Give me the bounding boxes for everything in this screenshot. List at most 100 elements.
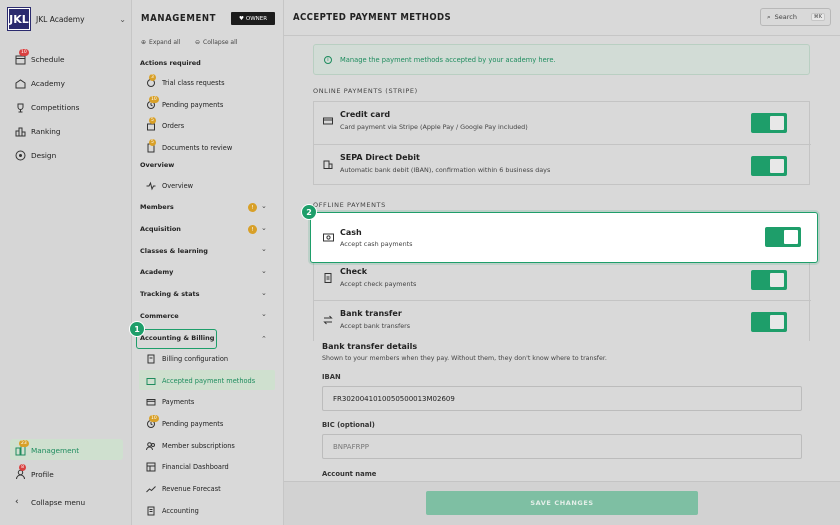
- sidebar-item-academy[interactable]: Academy: [15, 78, 65, 89]
- nav-item-payments[interactable]: Payments: [146, 397, 194, 407]
- toggle-knob: [770, 159, 784, 173]
- trial-icon: 3: [146, 74, 156, 88]
- chevron-down-icon[interactable]: ⌄: [261, 289, 267, 297]
- nav-item-label: Trial class requests: [162, 79, 225, 87]
- nav-item-pending-payments[interactable]: 10 Pending payments: [146, 96, 223, 110]
- nav-item-orders[interactable]: 5 Orders: [146, 117, 184, 131]
- chevron-left-icon: ‹: [15, 497, 19, 507]
- sidebar-item-label: Schedule: [31, 55, 65, 64]
- sidebar-item-label: Design: [31, 151, 57, 160]
- nav-item-pending-payments-billing[interactable]: 10 Pending payments: [146, 415, 223, 429]
- expand-all-button[interactable]: ⊕ Expand all: [141, 39, 180, 46]
- credit-card-icon: [323, 116, 333, 126]
- heart-icon: ♥: [238, 15, 244, 22]
- nav-item-billing-configuration[interactable]: Billing configuration: [146, 354, 228, 364]
- sidebar-item-management[interactable]: 23 Management: [15, 440, 80, 456]
- sidebar-item-design[interactable]: Design: [15, 150, 56, 161]
- nav-item-label: Billing configuration: [162, 355, 229, 363]
- payment-row-credit-card: Credit card Card payment via Stripe (App…: [314, 102, 811, 144]
- palette-icon: [15, 150, 26, 161]
- sidebar-item-profile[interactable]: 8 Profile: [15, 464, 54, 480]
- collapse-all-button[interactable]: ⊖ Collapse all: [195, 39, 237, 46]
- payment-subtitle: Accept cash payments: [340, 240, 413, 248]
- section-academy[interactable]: Academy: [140, 268, 173, 276]
- nav-item-member-subscriptions[interactable]: Member subscriptions: [146, 441, 235, 451]
- section-acquisition[interactable]: Acquisition: [140, 225, 181, 233]
- nav-item-accepted-payment-methods[interactable]: Accepted payment methods: [146, 376, 255, 386]
- sepa-toggle[interactable]: [751, 156, 787, 176]
- sidebar-item-label: Academy: [31, 79, 65, 88]
- schedule-badge: 10: [19, 49, 29, 56]
- info-icon: i: [324, 55, 332, 64]
- main-sidebar: JKL JKL Academy ⌄ 10 Schedule Academy Co…: [0, 0, 132, 525]
- chevron-down-icon[interactable]: ⌄: [261, 224, 267, 232]
- expand-all-label: Expand all: [149, 39, 181, 46]
- calendar-icon: 10: [15, 49, 29, 65]
- billing-icon: [146, 354, 156, 364]
- check-toggle[interactable]: [751, 270, 787, 290]
- nav-item-trial-class-requests[interactable]: 3 Trial class requests: [146, 74, 225, 88]
- payment-subtitle: Accept bank transfers: [340, 322, 411, 330]
- sidebar-item-schedule[interactable]: 10 Schedule: [15, 49, 65, 65]
- toggle-knob: [770, 116, 784, 130]
- collapse-menu-label: Collapse menu: [31, 498, 86, 507]
- sidebar-item-ranking[interactable]: Ranking: [15, 126, 61, 137]
- nav-item-label: Accounting: [162, 507, 199, 515]
- step-2-marker: 2: [301, 204, 317, 220]
- payment-title: Cash: [340, 228, 362, 237]
- box-icon: 5: [146, 117, 156, 131]
- sidebar-item-label: Ranking: [31, 127, 61, 136]
- nav-item-label: Documents to review: [162, 144, 233, 152]
- dashboard-icon: [146, 462, 156, 472]
- transfer-arrows-icon: [323, 315, 333, 325]
- pending-billing-badge: 10: [149, 415, 159, 422]
- sidebar-item-label: Management: [31, 446, 80, 455]
- nav-item-financial-dashboard[interactable]: Financial Dashboard: [146, 462, 229, 472]
- cash-toggle[interactable]: [765, 227, 801, 247]
- owner-badge: ♥ OWNER: [231, 12, 275, 25]
- nav-title: MANAGEMENT: [141, 13, 217, 24]
- card-icon: [146, 397, 156, 407]
- nav-item-documents-to-review[interactable]: 5 Documents to review: [146, 139, 233, 153]
- management-badge: 23: [19, 440, 29, 447]
- bank-details-subtitle: Shown to your members when they pay. Wit…: [322, 355, 607, 362]
- sidebar-item-competitions[interactable]: Competitions: [15, 102, 79, 113]
- nav-item-label: Member subscriptions: [162, 442, 235, 450]
- page-title: ACCEPTED PAYMENT METHODS: [293, 12, 452, 23]
- bank-transfer-toggle[interactable]: [751, 312, 787, 332]
- nav-item-overview[interactable]: Overview: [146, 181, 193, 191]
- chevron-down-icon[interactable]: ⌄: [261, 202, 267, 210]
- search-label: Search: [774, 13, 797, 21]
- offline-payments-heading: OFFLINE PAYMENTS: [313, 201, 386, 209]
- chevron-up-icon[interactable]: ⌃: [261, 335, 267, 343]
- section-classes-learning[interactable]: Classes & learning: [140, 247, 208, 255]
- nav-item-label: Financial Dashboard: [162, 463, 229, 471]
- nav-item-revenue-forecast[interactable]: Revenue Forecast: [146, 484, 221, 494]
- top-bar: ACCEPTED PAYMENT METHODS ⌕ Search ⌘K: [284, 0, 840, 36]
- credit-card-toggle[interactable]: [751, 113, 787, 133]
- payment-title: Credit card: [340, 110, 391, 119]
- chevron-down-icon[interactable]: ⌄: [261, 310, 267, 318]
- owner-label: OWNER: [245, 15, 268, 22]
- bic-label: BIC (optional): [322, 421, 375, 429]
- search-button[interactable]: ⌕ Search ⌘K: [760, 8, 831, 26]
- section-tracking-stats[interactable]: Tracking & stats: [140, 290, 200, 298]
- org-switcher[interactable]: JKL JKL Academy ⌄: [7, 7, 126, 31]
- iban-field[interactable]: FR3020041010050500013M02609: [322, 386, 802, 411]
- app-window: JKL JKL Academy ⌄ 10 Schedule Academy Co…: [0, 0, 840, 525]
- academy-icon: [15, 78, 26, 89]
- section-members[interactable]: Members: [140, 203, 174, 211]
- section-commerce[interactable]: Commerce: [140, 312, 179, 320]
- bic-field[interactable]: BNPAFRPP: [322, 434, 802, 459]
- collapse-menu-button[interactable]: ‹ Collapse menu: [15, 497, 85, 508]
- orders-badge: 5: [149, 117, 156, 124]
- chevron-down-icon[interactable]: ⌄: [261, 245, 267, 253]
- chevron-down-icon[interactable]: ⌄: [261, 267, 267, 275]
- actions-required-heading: Actions required: [140, 59, 201, 67]
- save-changes-button[interactable]: SAVE CHANGES: [426, 491, 698, 515]
- cash-icon: [323, 233, 334, 242]
- payment-title: Check: [340, 267, 368, 276]
- step-1-highlight: [136, 329, 217, 349]
- nav-item-accounting[interactable]: Accounting: [146, 506, 199, 516]
- trial-badge: 3: [149, 74, 156, 81]
